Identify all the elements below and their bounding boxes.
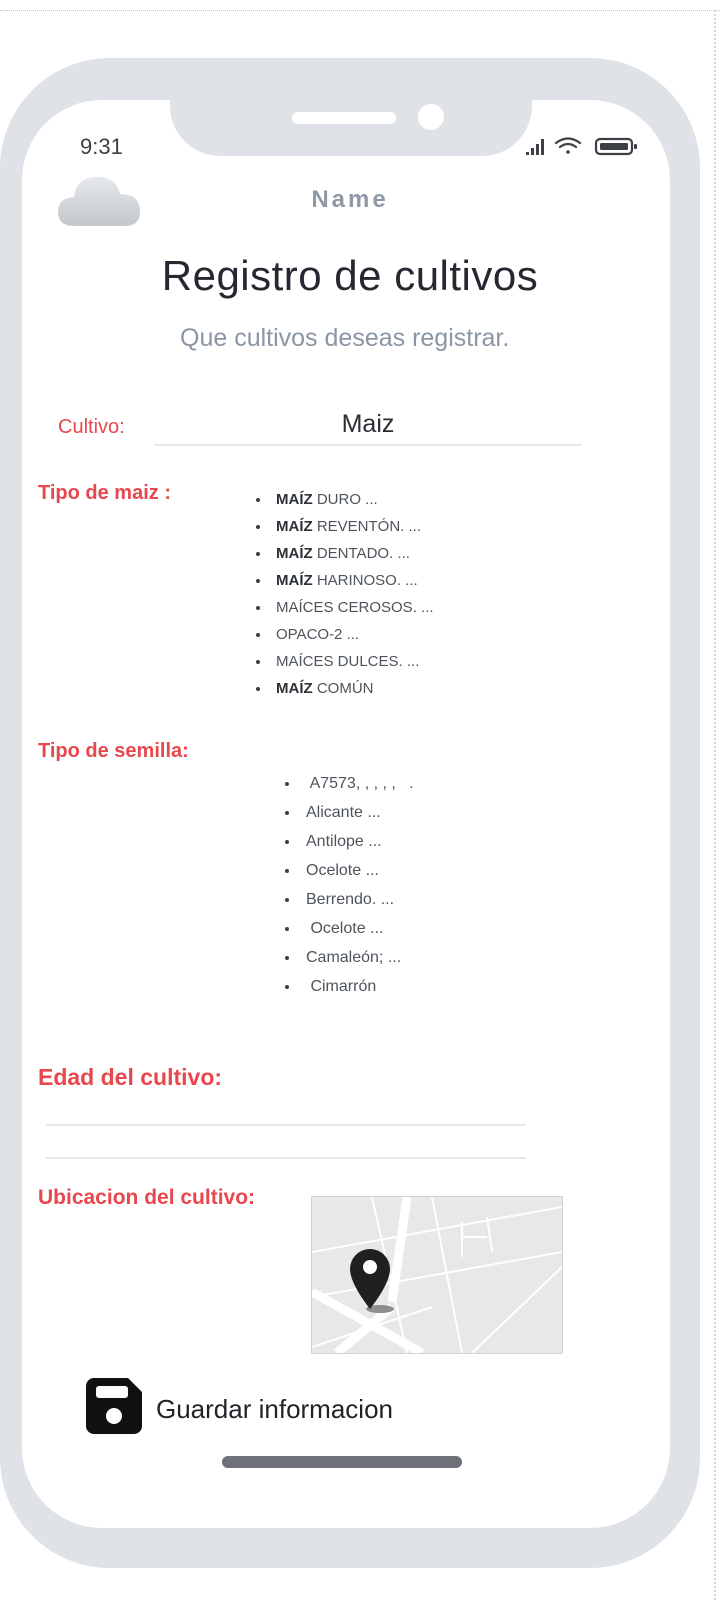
battery-icon: [594, 137, 637, 156]
tipo-maiz-item[interactable]: MAÍZ COMÚN: [256, 679, 434, 706]
cultivo-label: Cultivo:: [58, 416, 125, 438]
tipo-maiz-item-text: DENTADO. ...: [312, 545, 410, 562]
wifi-icon: [554, 137, 582, 154]
canvas-guide-top: [0, 10, 720, 19]
status-icons: [526, 137, 637, 156]
cultivo-field-underline: [154, 444, 582, 446]
tipo-semilla-list: A7573, , , , , . Alicante ... Antilope .…: [285, 774, 414, 1006]
home-indicator[interactable]: [222, 1456, 462, 1468]
tipo-maiz-item-bold: MAÍZ: [276, 680, 313, 697]
tipo-semilla-item[interactable]: Alicante ...: [285, 803, 414, 832]
tipo-maiz-item-bold: MAÍZ: [276, 545, 313, 562]
tipo-maiz-item[interactable]: MAÍZ REVENTÓN. ...: [256, 517, 434, 544]
tipo-semilla-item[interactable]: Cimarrón: [285, 977, 414, 1006]
tipo-maiz-item[interactable]: MAÍZ DURO ...: [256, 490, 434, 517]
tipo-semilla-item[interactable]: Antilope ...: [285, 832, 414, 861]
tipo-semilla-label: Tipo de semilla:: [38, 740, 189, 762]
tipo-maiz-item[interactable]: MAÍCES CEROSOS. ...: [256, 598, 434, 625]
tipo-semilla-item[interactable]: Ocelote ...: [285, 861, 414, 890]
cultivo-field[interactable]: Maiz: [154, 410, 582, 439]
tipo-maiz-item-text: MAÍCES CEROSOS. ...: [276, 599, 434, 616]
tipo-maiz-item-text: HARINOSO. ...: [312, 572, 418, 589]
tipo-maiz-item-text: MAÍCES DULCES. ...: [276, 653, 420, 670]
edad-field-secondary-line: [46, 1157, 526, 1159]
tipo-semilla-item[interactable]: A7573, , , , , .: [285, 774, 414, 803]
tipo-maiz-item[interactable]: MAÍZ HARINOSO. ...: [256, 571, 434, 598]
tipo-semilla-item[interactable]: Berrendo. ...: [285, 890, 414, 919]
page-subtitle: Que cultivos deseas registrar.: [180, 324, 510, 352]
tipo-maiz-item-bold: MAÍZ: [276, 491, 313, 508]
tipo-maiz-list: MAÍZ DURO ... MAÍZ REVENTÓN. ... MAÍZ DE…: [256, 490, 434, 706]
speaker-grille: [292, 112, 396, 124]
tipo-maiz-item[interactable]: MAÍCES DULCES. ...: [256, 652, 434, 679]
tipo-maiz-item[interactable]: MAÍZ DENTADO. ...: [256, 544, 434, 571]
location-map[interactable]: [311, 1196, 563, 1354]
tipo-semilla-item[interactable]: Ocelote ...: [285, 919, 414, 948]
tipo-maiz-item[interactable]: OPACO-2 ...: [256, 625, 434, 652]
phone-notch: [170, 98, 532, 156]
page-title: Registro de cultivos: [161, 252, 539, 299]
save-button[interactable]: Guardar informacion: [86, 1378, 446, 1438]
map-pin-icon: [350, 1249, 390, 1309]
floppy-disk-icon: [86, 1378, 142, 1434]
front-camera: [418, 104, 444, 130]
app-name: Name: [311, 186, 389, 213]
tipo-maiz-item-text: OPACO-2 ...: [276, 626, 360, 643]
tipo-semilla-item[interactable]: Camaleón; ...: [285, 948, 414, 977]
tipo-maiz-item-bold: MAÍZ: [276, 572, 313, 589]
edad-field[interactable]: [46, 1124, 526, 1126]
tipo-maiz-item-text: COMÚN: [312, 680, 374, 697]
tipo-maiz-item-bold: MAÍZ: [276, 518, 313, 535]
tipo-maiz-label: Tipo de maiz :: [38, 482, 171, 504]
edad-label: Edad del cultivo:: [38, 1064, 223, 1090]
canvas-guide-right: [713, 10, 716, 1600]
tipo-maiz-item-text: REVENTÓN. ...: [312, 518, 422, 535]
save-button-label: Guardar informacion: [156, 1394, 393, 1424]
tipo-maiz-item-text: DURO ...: [312, 491, 378, 508]
signal-icon: [526, 139, 544, 155]
status-time: 9:31: [80, 134, 123, 159]
ubicacion-label: Ubicacion del cultivo:: [38, 1186, 256, 1209]
